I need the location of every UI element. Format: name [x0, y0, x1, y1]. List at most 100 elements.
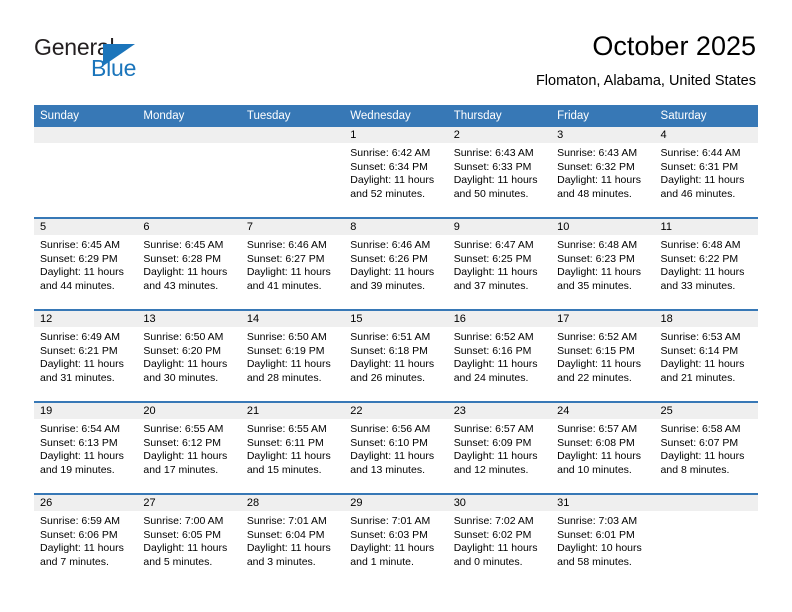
calendar-day-cell[interactable]: 17 Sunrise: 6:52 AM Sunset: 6:15 PM Dayligh… — [551, 309, 655, 402]
calendar-day-cell[interactable]: 28 Sunrise: 7:01 AM Sunset: 6:04 PM Dayligh… — [240, 493, 345, 585]
general-blue-logo[interactable]: General Blue — [34, 34, 234, 90]
calendar-day-cell[interactable]: 11 Sunrise: 6:48 AM Sunset: 6:22 PM Dayligh… — [654, 217, 758, 310]
daylight-text-line2: and 7 minutes. — [40, 555, 109, 568]
sunrise-text: Sunrise: 6:57 AM — [557, 423, 638, 435]
day-cell-inner: 8 Sunrise: 6:46 AM Sunset: 6:26 PM Daylight… — [344, 219, 448, 309]
calendar-day-cell[interactable]: 24 Sunrise: 6:57 AM Sunset: 6:08 PM Dayligh… — [551, 401, 655, 494]
calendar-day-cell[interactable]: 7 Sunrise: 6:46 AM Sunset: 6:27 PM Daylight… — [240, 217, 345, 310]
daylight-text-line1: Daylight: 11 hours — [143, 266, 228, 279]
sunrise-text: Sunrise: 6:58 AM — [660, 423, 741, 435]
calendar-day-cell[interactable]: 13 Sunrise: 6:50 AM Sunset: 6:20 PM Dayligh… — [137, 309, 241, 402]
daylight-text-line2: and 41 minutes. — [246, 279, 322, 292]
sunrise-text: Sunrise: 6:56 AM — [350, 423, 431, 435]
calendar-day-cell[interactable]: 10 Sunrise: 6:48 AM Sunset: 6:23 PM Dayligh… — [551, 217, 655, 310]
daylight-text-line2: and 13 minutes. — [350, 463, 425, 476]
sunset-text: Sunset: 6:23 PM — [557, 252, 635, 265]
page-title: October 2025 — [592, 31, 756, 61]
day-cell-inner: 12 Sunrise: 6:49 AM Sunset: 6:21 PM Dayligh… — [34, 311, 138, 401]
calendar-day-cell[interactable]: 25 Sunrise: 6:58 AM Sunset: 6:07 PM Dayligh… — [654, 401, 758, 494]
daylight-text-line2: and 50 minutes. — [453, 187, 529, 200]
day-number: 10 — [551, 219, 655, 235]
calendar-day-cell-empty — [137, 127, 241, 218]
day-sun-info: Sunrise: 6:48 AM Sunset: 6:23 PM Daylight:… — [551, 235, 654, 293]
day-number — [137, 127, 241, 143]
day-number: 22 — [344, 403, 448, 419]
daylight-text-line2: and 43 minutes. — [143, 279, 219, 292]
calendar-day-cell[interactable]: 2 Sunrise: 6:43 AM Sunset: 6:33 PM Daylight… — [447, 127, 552, 218]
calendar-day-cell[interactable]: 18 Sunrise: 6:53 AM Sunset: 6:14 PM Dayligh… — [654, 309, 758, 402]
calendar-day-cell[interactable]: 30 Sunrise: 7:02 AM Sunset: 6:02 PM Dayligh… — [447, 493, 552, 585]
sunset-text: Sunset: 6:18 PM — [350, 344, 428, 357]
day-number: 19 — [34, 403, 138, 419]
daylight-text-line1: Daylight: 11 hours — [557, 174, 641, 187]
calendar-day-cell[interactable]: 16 Sunrise: 6:52 AM Sunset: 6:16 PM Dayligh… — [447, 309, 552, 402]
weekday-header-sunday: Sunday — [34, 105, 138, 127]
day-sun-info: Sunrise: 6:46 AM Sunset: 6:27 PM Daylight:… — [241, 235, 344, 293]
day-number — [240, 127, 345, 143]
calendar-day-cell-empty — [654, 493, 758, 585]
sunset-text: Sunset: 6:05 PM — [143, 528, 222, 541]
daylight-text-line1: Daylight: 11 hours — [660, 358, 745, 371]
day-cell-inner: 5 Sunrise: 6:45 AM Sunset: 6:29 PM Daylight… — [34, 219, 138, 309]
day-sun-info: Sunrise: 6:52 AM Sunset: 6:16 PM Daylight:… — [448, 327, 551, 385]
day-sun-info: Sunrise: 6:57 AM Sunset: 6:08 PM Daylight:… — [551, 419, 654, 477]
calendar-day-cell[interactable]: 8 Sunrise: 6:46 AM Sunset: 6:26 PM Daylight… — [344, 217, 448, 310]
calendar-day-cell[interactable]: 27 Sunrise: 7:00 AM Sunset: 6:05 PM Dayligh… — [137, 493, 241, 585]
calendar-day-cell[interactable]: 9 Sunrise: 6:47 AM Sunset: 6:25 PM Daylight… — [447, 217, 552, 310]
day-number: 8 — [344, 219, 448, 235]
daylight-text-line2: and 58 minutes. — [557, 555, 632, 568]
sunset-text: Sunset: 6:02 PM — [453, 528, 532, 541]
daylight-text-line2: and 15 minutes. — [246, 463, 322, 476]
day-number: 23 — [447, 403, 552, 419]
day-number: 21 — [240, 403, 345, 419]
calendar-day-cell[interactable]: 15 Sunrise: 6:51 AM Sunset: 6:18 PM Dayligh… — [344, 309, 448, 402]
calendar-day-cell[interactable]: 12 Sunrise: 6:49 AM Sunset: 6:21 PM Dayligh… — [34, 309, 138, 402]
daylight-text-line1: Daylight: 11 hours — [350, 358, 435, 371]
calendar-day-cell[interactable]: 21 Sunrise: 6:55 AM Sunset: 6:11 PM Dayligh… — [240, 401, 345, 494]
calendar-day-cell[interactable]: 14 Sunrise: 6:50 AM Sunset: 6:19 PM Dayligh… — [240, 309, 345, 402]
calendar-week-row: 1 Sunrise: 6:42 AM Sunset: 6:34 PM Daylight… — [34, 127, 758, 218]
daylight-text-line2: and 30 minutes. — [143, 371, 219, 384]
day-cell-inner — [137, 127, 241, 217]
calendar-day-cell[interactable]: 31 Sunrise: 7:03 AM Sunset: 6:01 PM Dayligh… — [551, 493, 655, 585]
daylight-text-line2: and 52 minutes. — [350, 187, 425, 200]
calendar-day-cell[interactable]: 22 Sunrise: 6:56 AM Sunset: 6:10 PM Dayligh… — [344, 401, 448, 494]
sunrise-text: Sunrise: 6:46 AM — [350, 239, 431, 251]
calendar-day-cell[interactable]: 4 Sunrise: 6:44 AM Sunset: 6:31 PM Daylight… — [654, 127, 758, 218]
sunrise-text: Sunrise: 6:52 AM — [557, 331, 638, 343]
sunrise-text: Sunrise: 6:57 AM — [453, 423, 534, 435]
day-cell-inner: 24 Sunrise: 6:57 AM Sunset: 6:08 PM Dayligh… — [551, 403, 655, 493]
daylight-text-line2: and 0 minutes. — [453, 555, 523, 568]
daylight-text-line1: Daylight: 11 hours — [557, 358, 641, 371]
day-cell-inner: 13 Sunrise: 6:50 AM Sunset: 6:20 PM Dayligh… — [137, 311, 241, 401]
daylight-text-line2: and 35 minutes. — [557, 279, 632, 292]
day-sun-info: Sunrise: 6:47 AM Sunset: 6:25 PM Daylight:… — [448, 235, 551, 293]
calendar-day-cell[interactable]: 29 Sunrise: 7:01 AM Sunset: 6:03 PM Dayligh… — [344, 493, 448, 585]
sunset-text: Sunset: 6:26 PM — [350, 252, 428, 265]
calendar-day-cell[interactable]: 1 Sunrise: 6:42 AM Sunset: 6:34 PM Daylight… — [344, 127, 448, 218]
daylight-text-line2: and 48 minutes. — [557, 187, 632, 200]
day-cell-inner: 22 Sunrise: 6:56 AM Sunset: 6:10 PM Dayligh… — [344, 403, 448, 493]
sunrise-text: Sunrise: 6:48 AM — [660, 239, 741, 251]
calendar-day-cell[interactable]: 26 Sunrise: 6:59 AM Sunset: 6:06 PM Dayligh… — [34, 493, 138, 585]
daylight-text-line2: and 44 minutes. — [40, 279, 115, 292]
day-sun-info: Sunrise: 6:54 AM Sunset: 6:13 PM Daylight:… — [34, 419, 137, 477]
calendar-day-cell[interactable]: 5 Sunrise: 6:45 AM Sunset: 6:29 PM Daylight… — [34, 217, 138, 310]
day-number: 28 — [240, 495, 345, 511]
day-number: 31 — [551, 495, 655, 511]
day-cell-inner: 18 Sunrise: 6:53 AM Sunset: 6:14 PM Dayligh… — [654, 311, 758, 401]
calendar-day-cell[interactable]: 23 Sunrise: 6:57 AM Sunset: 6:09 PM Dayligh… — [447, 401, 552, 494]
sunset-text: Sunset: 6:29 PM — [40, 252, 118, 265]
day-cell-inner: 11 Sunrise: 6:48 AM Sunset: 6:22 PM Dayligh… — [654, 219, 758, 309]
day-cell-inner: 28 Sunrise: 7:01 AM Sunset: 6:04 PM Dayligh… — [240, 495, 345, 585]
calendar-day-cell[interactable]: 3 Sunrise: 6:43 AM Sunset: 6:32 PM Daylight… — [551, 127, 655, 218]
day-cell-inner: 1 Sunrise: 6:42 AM Sunset: 6:34 PM Daylight… — [344, 127, 448, 217]
calendar-day-cell[interactable]: 20 Sunrise: 6:55 AM Sunset: 6:12 PM Dayligh… — [137, 401, 241, 494]
sunrise-text: Sunrise: 6:48 AM — [557, 239, 638, 251]
sunset-text: Sunset: 6:28 PM — [143, 252, 222, 265]
daylight-text-line1: Daylight: 11 hours — [246, 266, 331, 279]
calendar-day-cell[interactable]: 6 Sunrise: 6:45 AM Sunset: 6:28 PM Daylight… — [137, 217, 241, 310]
day-sun-info: Sunrise: 6:46 AM Sunset: 6:26 PM Daylight:… — [344, 235, 447, 293]
daylight-text-line2: and 10 minutes. — [557, 463, 632, 476]
calendar-day-cell[interactable]: 19 Sunrise: 6:54 AM Sunset: 6:13 PM Dayligh… — [34, 401, 138, 494]
